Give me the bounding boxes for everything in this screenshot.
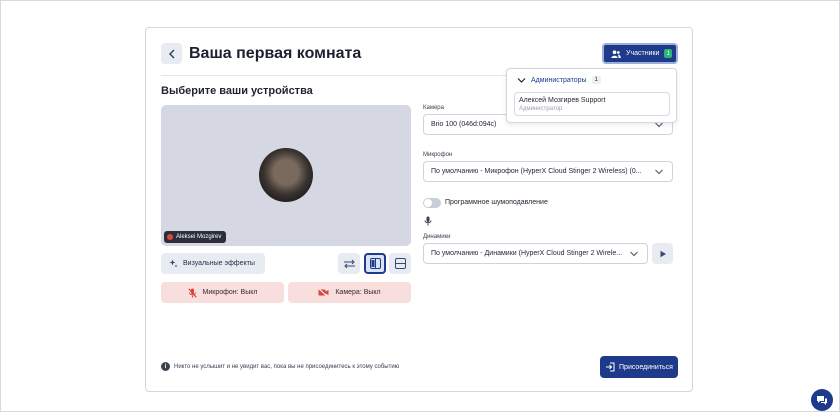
participants-label: Участники: [626, 50, 660, 57]
info-icon: i: [161, 362, 170, 371]
layout-columns-icon: [369, 258, 381, 269]
join-button[interactable]: Присоединиться: [600, 356, 678, 378]
speaker-test-play-button[interactable]: [652, 243, 673, 264]
visual-effects-label: Визуальные эффекты: [183, 260, 255, 267]
speakers-field-label: Динамики: [423, 234, 451, 240]
participants-button[interactable]: Участники 1: [602, 43, 678, 64]
administrators-count: 1: [591, 76, 601, 84]
participants-count-badge: 1: [664, 49, 673, 58]
mirror-toggle-button[interactable]: [338, 253, 360, 274]
noise-suppression-label: Программное шумоподавление: [445, 199, 548, 206]
chevron-down-icon: [655, 169, 663, 175]
info-row: i Никто не услышит и не увидит вас, пока…: [161, 362, 399, 371]
layout-rows-icon: [394, 258, 406, 269]
mic-off-icon: [187, 287, 197, 298]
chat-icon: [817, 395, 827, 405]
sparkle-icon: [169, 259, 178, 268]
speakers-select-value: По умолчанию - Динамики (HyperX Cloud St…: [431, 250, 623, 257]
participant-role: Администратор: [519, 106, 563, 112]
microphone-field-label: Микрофон: [423, 152, 453, 158]
administrators-group-header[interactable]: Администраторы 1: [517, 76, 601, 84]
users-icon: [611, 49, 621, 58]
play-icon: [660, 250, 666, 257]
swap-icon: [343, 259, 355, 268]
layout-side-button[interactable]: [364, 253, 386, 274]
visual-effects-button[interactable]: Визуальные эффекты: [161, 253, 265, 274]
administrators-group-label: Администраторы: [531, 76, 587, 84]
page-title: Ваша первая комната: [189, 45, 362, 62]
microphone-select[interactable]: По умолчанию - Микрофон (HyperX Cloud St…: [423, 161, 673, 182]
chevron-down-icon: [517, 77, 526, 83]
microphone-toggle-button[interactable]: Микрофон: Выкл: [161, 282, 284, 303]
mic-level-icon: [424, 216, 432, 226]
participants-dropdown: Администраторы 1 Алексей Мозгирев Suppor…: [506, 68, 677, 123]
camera-toggle-label: Камера: Выкл: [335, 289, 381, 296]
speakers-select[interactable]: По умолчанию - Динамики (HyperX Cloud St…: [423, 243, 648, 264]
camera-off-icon: [318, 288, 329, 297]
login-icon: [606, 362, 615, 372]
layout-stacked-button[interactable]: [389, 253, 411, 274]
camera-toggle-button[interactable]: Камера: Выкл: [288, 282, 411, 303]
avatar: [259, 148, 313, 202]
preview-user-name: Aleksei Mozgirev: [176, 234, 222, 240]
video-preview: Aleksei Mozgirev: [161, 105, 411, 246]
participant-name: Алексей Мозгирев Support: [519, 97, 606, 104]
participant-list-item[interactable]: Алексей Мозгирев Support Администратор: [514, 92, 670, 116]
microphone-select-value: По умолчанию - Микрофон (HyperX Cloud St…: [431, 168, 642, 175]
microphone-toggle-label: Микрофон: Выкл: [202, 289, 258, 296]
chat-button[interactable]: [811, 389, 833, 411]
camera-select-value: Brio 100 (046d:094c): [431, 121, 497, 128]
preview-name-tag: Aleksei Mozgirev: [164, 231, 227, 243]
mic-muted-icon: [167, 234, 173, 240]
devices-heading: Выберите ваши устройства: [161, 85, 313, 97]
noise-suppression-toggle[interactable]: [423, 198, 441, 208]
info-text: Никто не услышит и не увидит вас, пока в…: [174, 363, 400, 370]
back-button[interactable]: [161, 43, 182, 64]
join-label: Присоединиться: [619, 363, 673, 371]
chevron-left-icon: [168, 49, 174, 58]
camera-field-label: Камера: [423, 105, 444, 111]
chevron-down-icon: [630, 251, 638, 257]
